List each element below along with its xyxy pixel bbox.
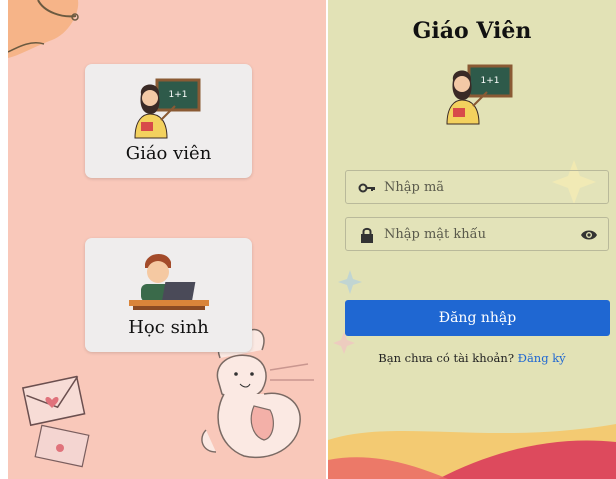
- student-icon: [129, 253, 209, 310]
- password-field[interactable]: [345, 217, 609, 251]
- teacher-login-screen: Giáo Viên 1+1 Đăng nhập Bạn chưa có tài …: [328, 0, 616, 479]
- role-select-screen: 1+1 Giáo viên Học sinh: [8, 0, 326, 479]
- lock-icon: [361, 227, 373, 243]
- code-field[interactable]: [345, 170, 609, 204]
- code-input[interactable]: [384, 171, 584, 203]
- register-link[interactable]: Đăng ký: [518, 351, 566, 365]
- eye-icon[interactable]: [580, 228, 598, 242]
- page-title: Giáo Viên: [412, 18, 532, 44]
- no-account-text: Bạn chưa có tài khoản?: [378, 351, 514, 365]
- register-prompt: Bạn chưa có tài khoản? Đăng ký: [328, 351, 616, 365]
- student-role-label: Học sinh: [128, 317, 209, 338]
- teacher-role-card[interactable]: 1+1 Giáo viên: [85, 64, 252, 178]
- board-text: 1+1: [169, 90, 188, 100]
- password-input[interactable]: [384, 218, 584, 250]
- student-role-card[interactable]: Học sinh: [85, 238, 252, 352]
- teacher-role-label: Giáo viên: [125, 143, 212, 164]
- teacher-icon: 1+1: [134, 78, 201, 139]
- board-text: 1+1: [481, 76, 500, 86]
- envelope-decoration: [21, 375, 90, 468]
- login-button[interactable]: Đăng nhập: [345, 300, 610, 336]
- teacher-icon: 1+1: [446, 64, 513, 125]
- key-icon: [358, 183, 375, 193]
